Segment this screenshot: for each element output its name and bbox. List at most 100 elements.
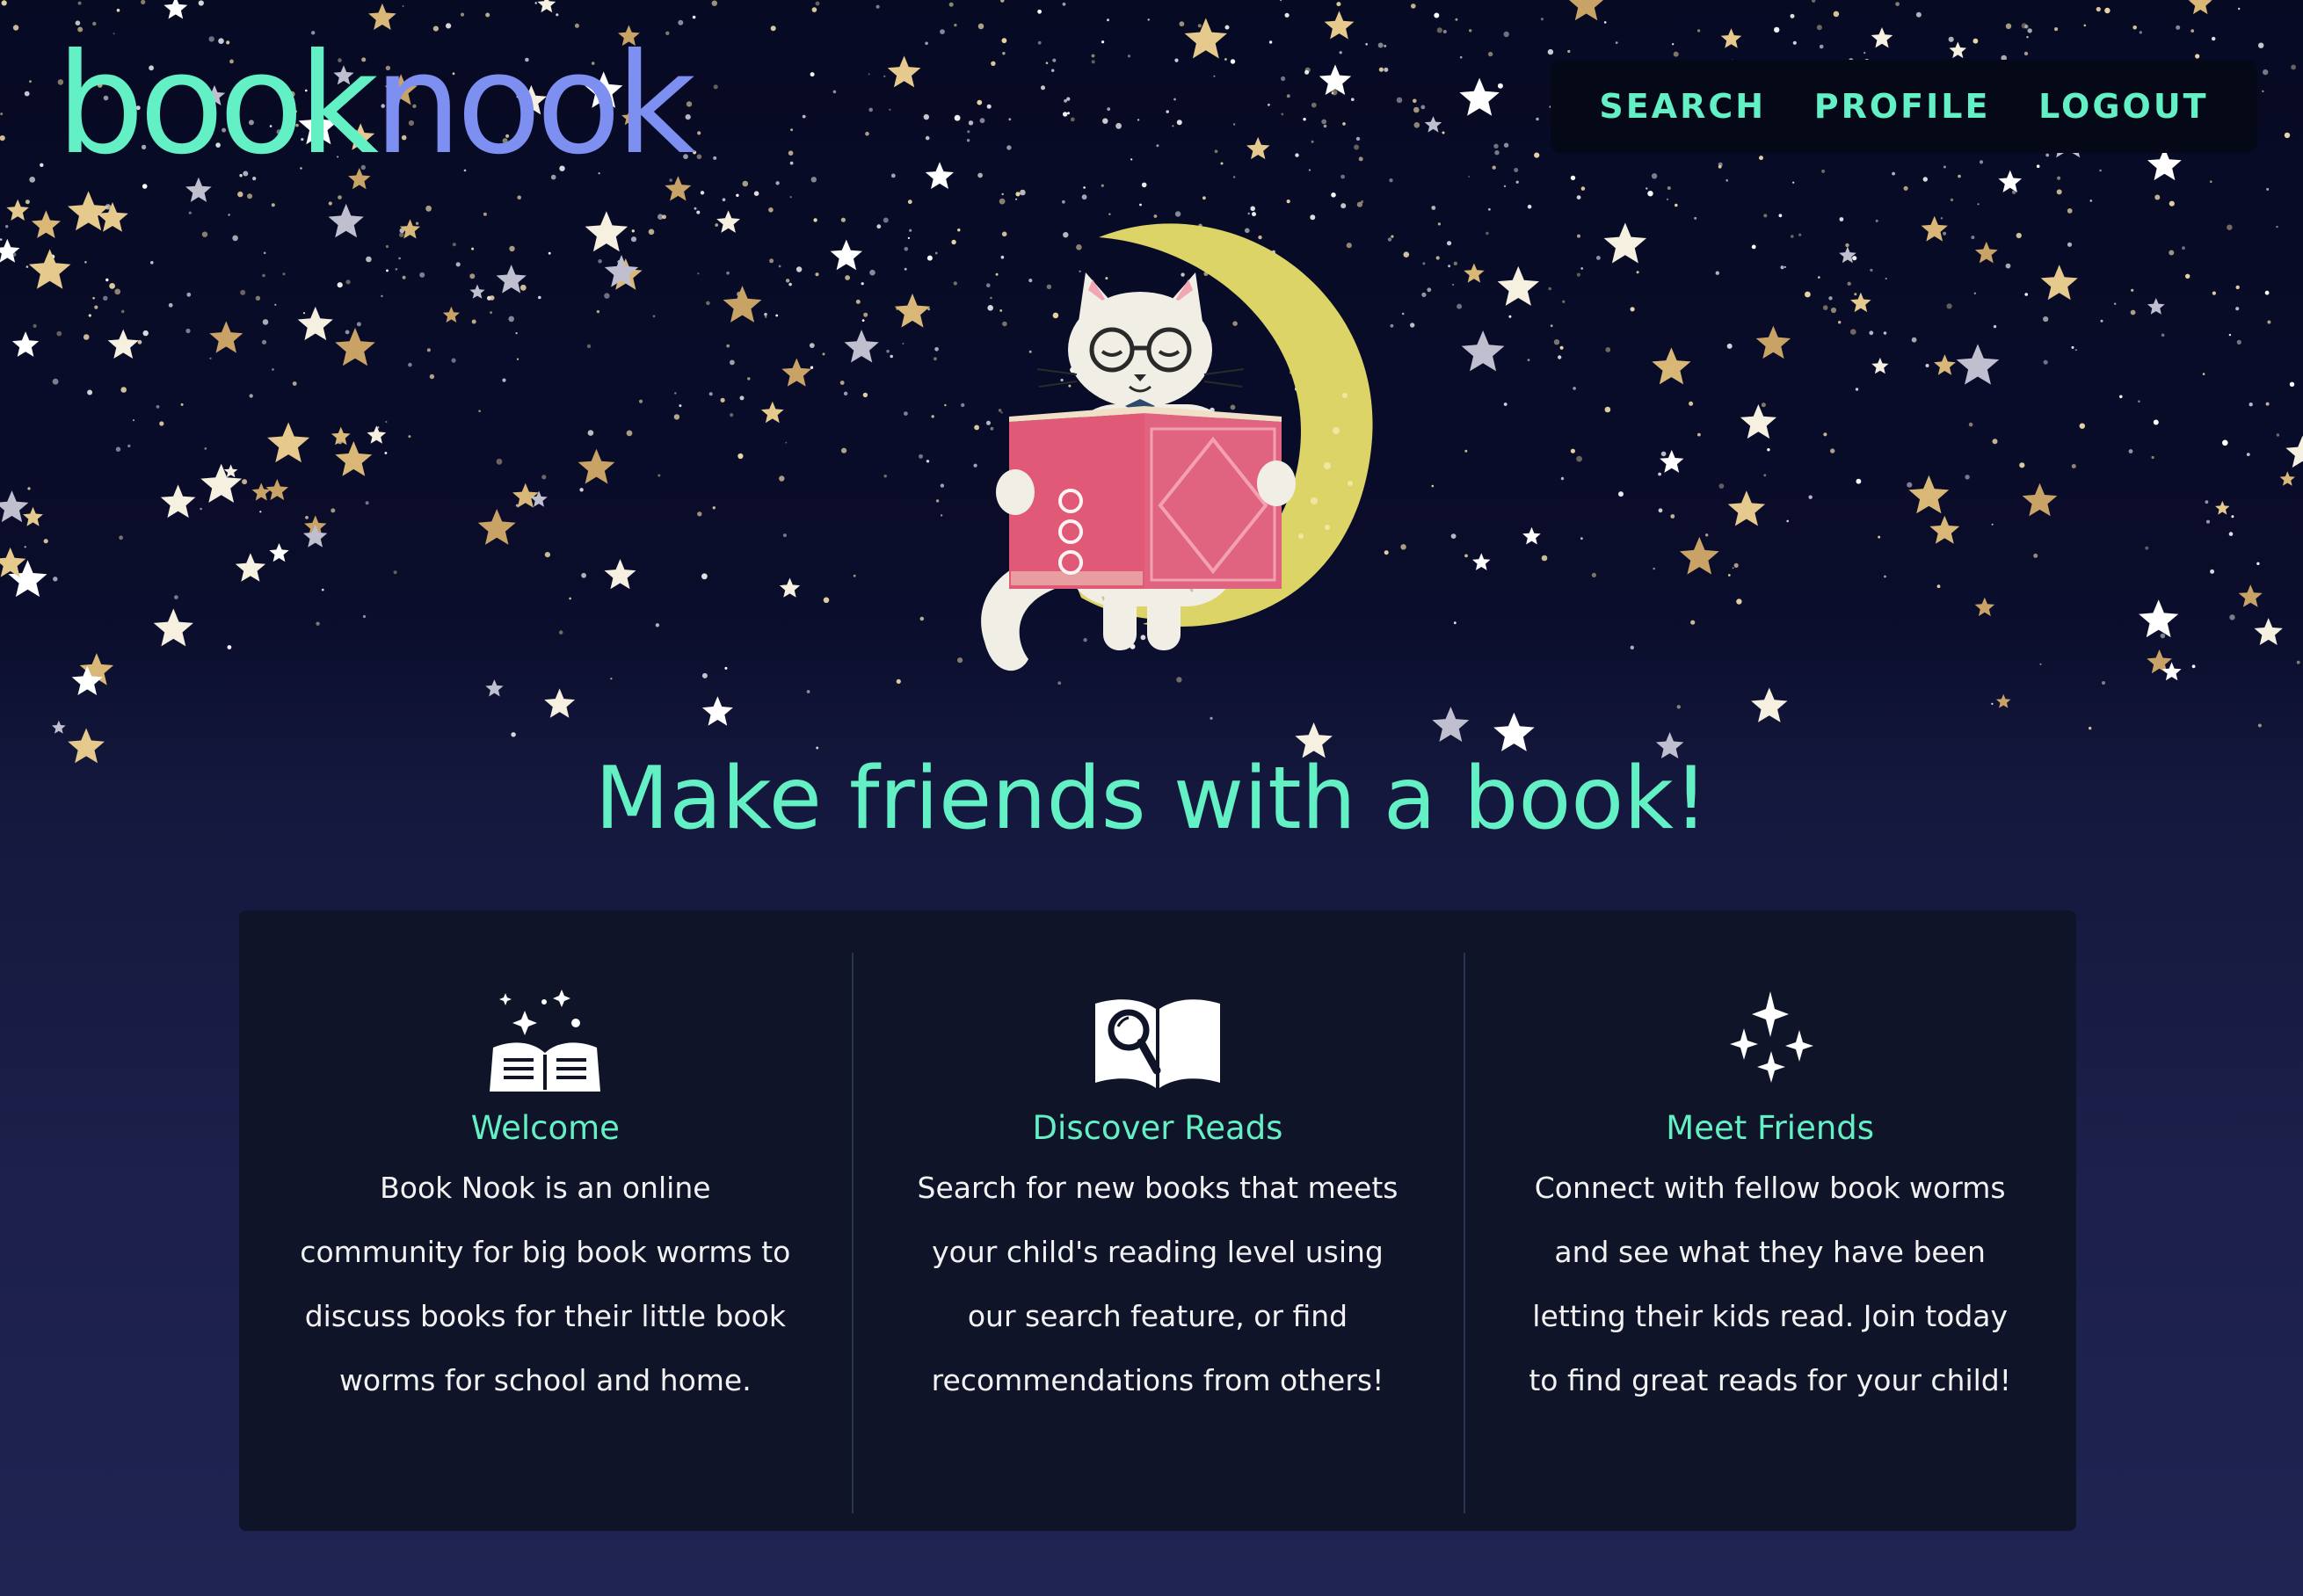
star-dot [1560, 476, 1565, 481]
star-dot [1091, 54, 1095, 58]
feature-title-discover: Discover Reads [1032, 1109, 1283, 1147]
star-dot [2024, 25, 2029, 29]
star-dot [255, 295, 261, 301]
star-shape [1995, 693, 2011, 708]
star-dot [863, 312, 868, 317]
star-dot [1172, 125, 1174, 127]
star-dot [1666, 198, 1669, 200]
star-dot [648, 229, 655, 236]
star-dot [841, 447, 847, 453]
star-dot [890, 354, 893, 359]
star-dot [1805, 291, 1811, 298]
nav-logout-link[interactable]: LOGOUT [2023, 78, 2224, 134]
star-dot [715, 223, 718, 227]
star-dot [2202, 373, 2205, 375]
star-shape [1921, 215, 1948, 242]
star-dot [810, 177, 817, 183]
star-dot [638, 399, 643, 403]
star-dot [2033, 553, 2038, 558]
star-dot [515, 332, 518, 335]
nav-profile-link[interactable]: PROFILE [1798, 78, 2007, 134]
star-dot [697, 511, 702, 517]
star-dot [1833, 11, 1840, 18]
star-dot [2266, 187, 2270, 191]
star-dot [1725, 178, 1729, 182]
star-dot [1727, 574, 1731, 577]
feature-discover: Discover Reads Search for new books that… [851, 910, 1464, 1531]
star-dot [631, 229, 635, 233]
star-dot [1515, 180, 1519, 184]
star-dot [713, 156, 717, 160]
star-shape [251, 482, 271, 501]
star-dot [696, 210, 701, 214]
star-shape [1949, 41, 1967, 59]
star-dot [1883, 331, 1887, 335]
star-shape [160, 484, 196, 519]
star-shape [1246, 136, 1270, 160]
star-dot [105, 278, 109, 282]
star-dot [259, 511, 262, 513]
star-shape [760, 401, 784, 424]
star-dot [1993, 324, 1997, 329]
star-dot [305, 516, 309, 519]
star-dot [1818, 276, 1820, 279]
star-dot [2256, 562, 2260, 565]
star-dot [1067, 112, 1070, 115]
star-dot [796, 266, 803, 272]
star-dot [1224, 25, 1230, 30]
star-dot [84, 261, 87, 264]
star-dot [697, 272, 700, 275]
star-shape [779, 577, 801, 598]
star-dot [1792, 40, 1797, 45]
star-shape [716, 210, 740, 233]
star-dot [1950, 198, 1954, 202]
star-dot [1006, 145, 1012, 150]
star-dot [1427, 287, 1432, 293]
star-dot [242, 479, 248, 485]
star-dot [1045, 62, 1049, 64]
star-dot [1, 0, 7, 6]
star-dot [393, 570, 397, 575]
star-dot [1596, 256, 1601, 260]
star-dot [1973, 292, 1977, 294]
star-dot [587, 430, 594, 436]
nav-search-link[interactable]: SEARCH [1583, 78, 1782, 134]
star-dot [1130, 158, 1133, 161]
star-dot [2185, 273, 2190, 279]
star-dot [1492, 165, 1496, 170]
star-dot [263, 251, 266, 255]
star-dot [94, 305, 98, 309]
booknook-logo[interactable]: booknook [56, 35, 696, 174]
star-dot [991, 61, 996, 67]
star-dot [839, 381, 845, 385]
star-dot [2238, 7, 2241, 11]
star-dot [1342, 122, 1346, 126]
star-dot [673, 414, 680, 420]
star-dot [2024, 293, 2028, 296]
star-dot [883, 475, 887, 478]
star-dot [904, 411, 908, 416]
star-dot [1455, 18, 1458, 21]
star-dot [2026, 36, 2029, 39]
feature-text-welcome: Book Nook is an online community for big… [300, 1171, 791, 1397]
star-dot [489, 295, 495, 301]
star-dot [1303, 118, 1306, 121]
star-dot [1137, 119, 1140, 121]
star-dot [1892, 171, 1896, 176]
star-dot [1943, 231, 1947, 236]
star-shape [68, 191, 110, 231]
star-dot [1179, 21, 1185, 27]
star-dot [1331, 91, 1334, 95]
star-shape [23, 506, 43, 526]
star-dot [1413, 98, 1417, 104]
star-dot [1791, 235, 1794, 238]
star-dot [1630, 307, 1635, 312]
star-dot [889, 108, 891, 111]
star-dot [1925, 364, 1929, 367]
star-dot [742, 180, 749, 187]
star-dot [977, 99, 983, 105]
star-dot [1459, 55, 1463, 59]
star-dot [338, 195, 342, 200]
star-dot [2289, 381, 2295, 387]
star-dot [753, 191, 759, 196]
